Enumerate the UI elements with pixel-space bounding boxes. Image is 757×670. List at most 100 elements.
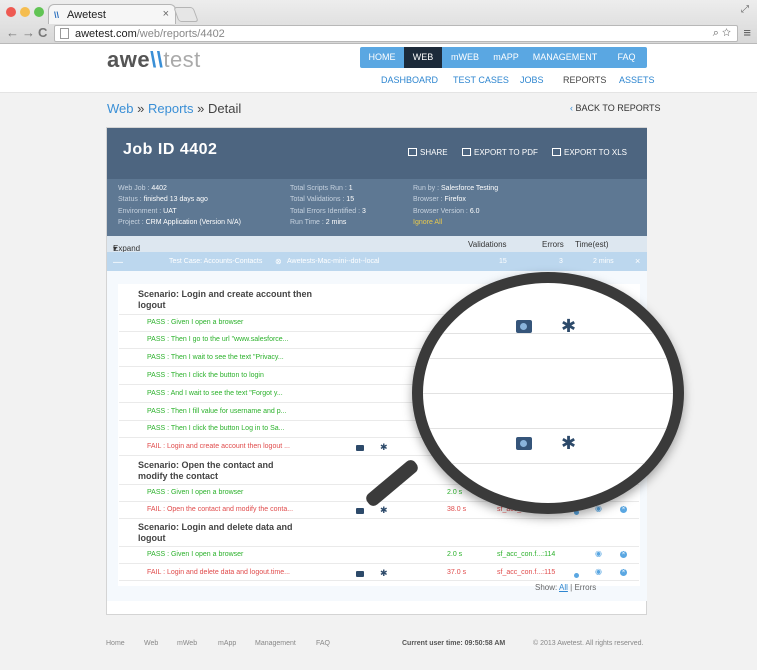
share-icon (408, 148, 417, 156)
nav-management[interactable]: MANAGEMENT (524, 47, 606, 68)
footer-management[interactable]: Management (255, 640, 296, 647)
scenario-title: Scenario: Open the contact and modify th… (138, 460, 274, 481)
info-validations: Total Validations : 15 (290, 196, 355, 203)
zoom-window-button[interactable] (34, 7, 44, 17)
footer-web[interactable]: Web (144, 640, 158, 647)
address-bar[interactable]: awetest.com/web/reports/4402 ⌕ ☆ (54, 25, 738, 42)
subnav-assets[interactable]: ASSETS (619, 75, 655, 85)
col-errors: Errors (542, 240, 564, 249)
back-to-reports-link[interactable]: ‹ BACK TO REPORTS (570, 103, 661, 113)
step-row[interactable]: PASS : Given I open a browser (147, 319, 243, 326)
page-icon (60, 28, 69, 39)
close-icon[interactable]: × (620, 506, 627, 513)
machine-icon: ⊗ (275, 257, 282, 266)
show-filter: Show: All | Errors (535, 583, 597, 592)
breadcrumb-reports[interactable]: Reports (148, 101, 194, 116)
show-all-link[interactable]: All (559, 583, 568, 592)
scenario-title: Scenario: Login and delete data and logo… (138, 522, 293, 543)
zoom-icon[interactable]: ⌕ (713, 27, 719, 39)
close-window-button[interactable] (6, 7, 16, 17)
footer-faq[interactable]: FAQ (316, 640, 330, 647)
table-header: Expand ▾ Validations Errors Time(est) (107, 236, 647, 253)
step-row-fail[interactable]: FAIL : Login and create account then log… (147, 443, 290, 450)
step-duration: 2.0 s (447, 551, 463, 558)
step-row[interactable]: PASS : Then I click the button Log in to… (147, 425, 285, 432)
close-icon[interactable]: × (620, 551, 627, 558)
test-case-row[interactable]: — Test Case: Accounts-Contacts ⊗ Awetest… (107, 252, 647, 271)
subnav-test-cases[interactable]: TEST CASES (453, 75, 509, 85)
collapse-icon[interactable]: — (113, 257, 123, 268)
step-source-ref[interactable]: sf_acc_con.f...:114 (497, 551, 555, 558)
nav-web[interactable]: WEB (404, 47, 442, 68)
info-errors: Total Errors Identified : 3 (290, 208, 366, 215)
bug-icon[interactable]: ✱ (380, 505, 388, 516)
browser-tab[interactable]: \\ Awetest × (48, 4, 176, 24)
footer-mapp[interactable]: mApp (218, 640, 236, 647)
reload-button[interactable]: C (38, 26, 47, 39)
fullscreen-icon[interactable]: ⤢ (741, 4, 749, 15)
test-case-time: 2 mins (593, 258, 614, 265)
minimize-window-button[interactable] (20, 7, 30, 17)
step-duration: 2.0 s (447, 489, 463, 496)
bug-icon[interactable]: ✱ (380, 568, 388, 579)
close-icon[interactable]: × (635, 256, 640, 266)
step-row[interactable]: PASS : Then I go to the url "www.salesfo… (147, 336, 289, 343)
export-pdf-button[interactable]: EXPORT TO PDF (462, 148, 538, 157)
scenario-title: Scenario: Login and create account then … (138, 289, 313, 310)
eye-icon[interactable]: ◉ (595, 549, 602, 558)
info-dot-icon[interactable] (574, 573, 579, 578)
info-browser-version: Browser Version : 6.0 (413, 208, 480, 215)
tab-close-icon[interactable]: × (163, 8, 169, 20)
screenshot-icon[interactable] (356, 571, 364, 577)
footer-user-time: Current user time: 09:50:58 AM (402, 640, 506, 647)
bookmark-star-icon[interactable]: ☆ (722, 27, 731, 39)
awetest-logo[interactable]: awe\\test (107, 47, 201, 73)
breadcrumb: Web » Reports » Detail (107, 101, 241, 116)
footer-copyright: © 2013 Awetest. All rights reserved. (533, 640, 644, 647)
subnav-jobs[interactable]: JOBS (520, 75, 544, 85)
back-button[interactable]: ← (6, 26, 19, 39)
job-header: Job ID 4402 SHARE EXPORT TO PDF EXPORT T… (107, 128, 647, 179)
favicon-icon: \\ (54, 10, 60, 20)
close-icon[interactable]: × (620, 569, 627, 576)
step-row[interactable]: PASS : Then I click the button to login (147, 372, 264, 379)
share-button[interactable]: SHARE (408, 148, 448, 157)
screenshot-icon (516, 437, 532, 450)
ignore-all-link[interactable]: Ignore All (413, 219, 442, 226)
footer-mweb[interactable]: mWeb (177, 640, 197, 647)
screenshot-icon[interactable] (356, 508, 364, 514)
breadcrumb-web[interactable]: Web (107, 101, 134, 116)
forward-button[interactable]: → (22, 26, 35, 39)
nav-faq[interactable]: FAQ (606, 47, 647, 68)
new-tab-button[interactable] (173, 7, 199, 22)
step-duration: 37.0 s (447, 569, 467, 576)
col-time: Time(est) (575, 240, 609, 249)
footer-home[interactable]: Home (106, 640, 125, 647)
step-row[interactable]: PASS : Given I open a browser (147, 489, 243, 496)
info-status: Status : finished 13 days ago (118, 196, 208, 203)
subnav-dashboard[interactable]: DASHBOARD (381, 75, 438, 85)
step-row[interactable]: PASS : Then I fill value for username an… (147, 408, 286, 415)
step-row[interactable]: PASS : And I wait to see the text "Forgo… (147, 390, 283, 397)
eye-icon[interactable]: ◉ (595, 567, 602, 576)
step-row-fail[interactable]: FAIL : Open the contact and modify the c… (147, 506, 293, 513)
bug-icon: ✱ (561, 433, 577, 453)
step-row[interactable]: PASS : Then I wait to see the text "Priv… (147, 354, 284, 361)
screenshot-icon[interactable] (356, 445, 364, 451)
browser-menu-icon[interactable]: ≡ (743, 25, 751, 40)
show-errors-link[interactable]: Errors (574, 583, 596, 592)
step-row[interactable]: PASS : Given I open a browser (147, 551, 243, 558)
step-duration: 38.0 s (447, 506, 467, 513)
step-row-fail[interactable]: FAIL : Login and delete data and logout.… (147, 569, 290, 576)
nav-home[interactable]: HOME (360, 47, 404, 68)
nav-mapp[interactable]: mAPP (488, 47, 524, 68)
nav-mweb[interactable]: mWEB (442, 47, 488, 68)
job-info: Web Job : 4402 Status : finished 13 days… (107, 179, 647, 236)
step-source-ref[interactable]: sf_acc_con.f...:115 (497, 569, 555, 576)
magnifier-lens: ✱ ✱ (412, 272, 684, 514)
subnav-reports[interactable]: REPORTS (563, 75, 606, 85)
col-validations: Validations (468, 240, 507, 249)
export-xls-button[interactable]: EXPORT TO XLS (552, 148, 627, 157)
bug-icon[interactable]: ✱ (380, 442, 388, 453)
export-icon (552, 148, 561, 156)
